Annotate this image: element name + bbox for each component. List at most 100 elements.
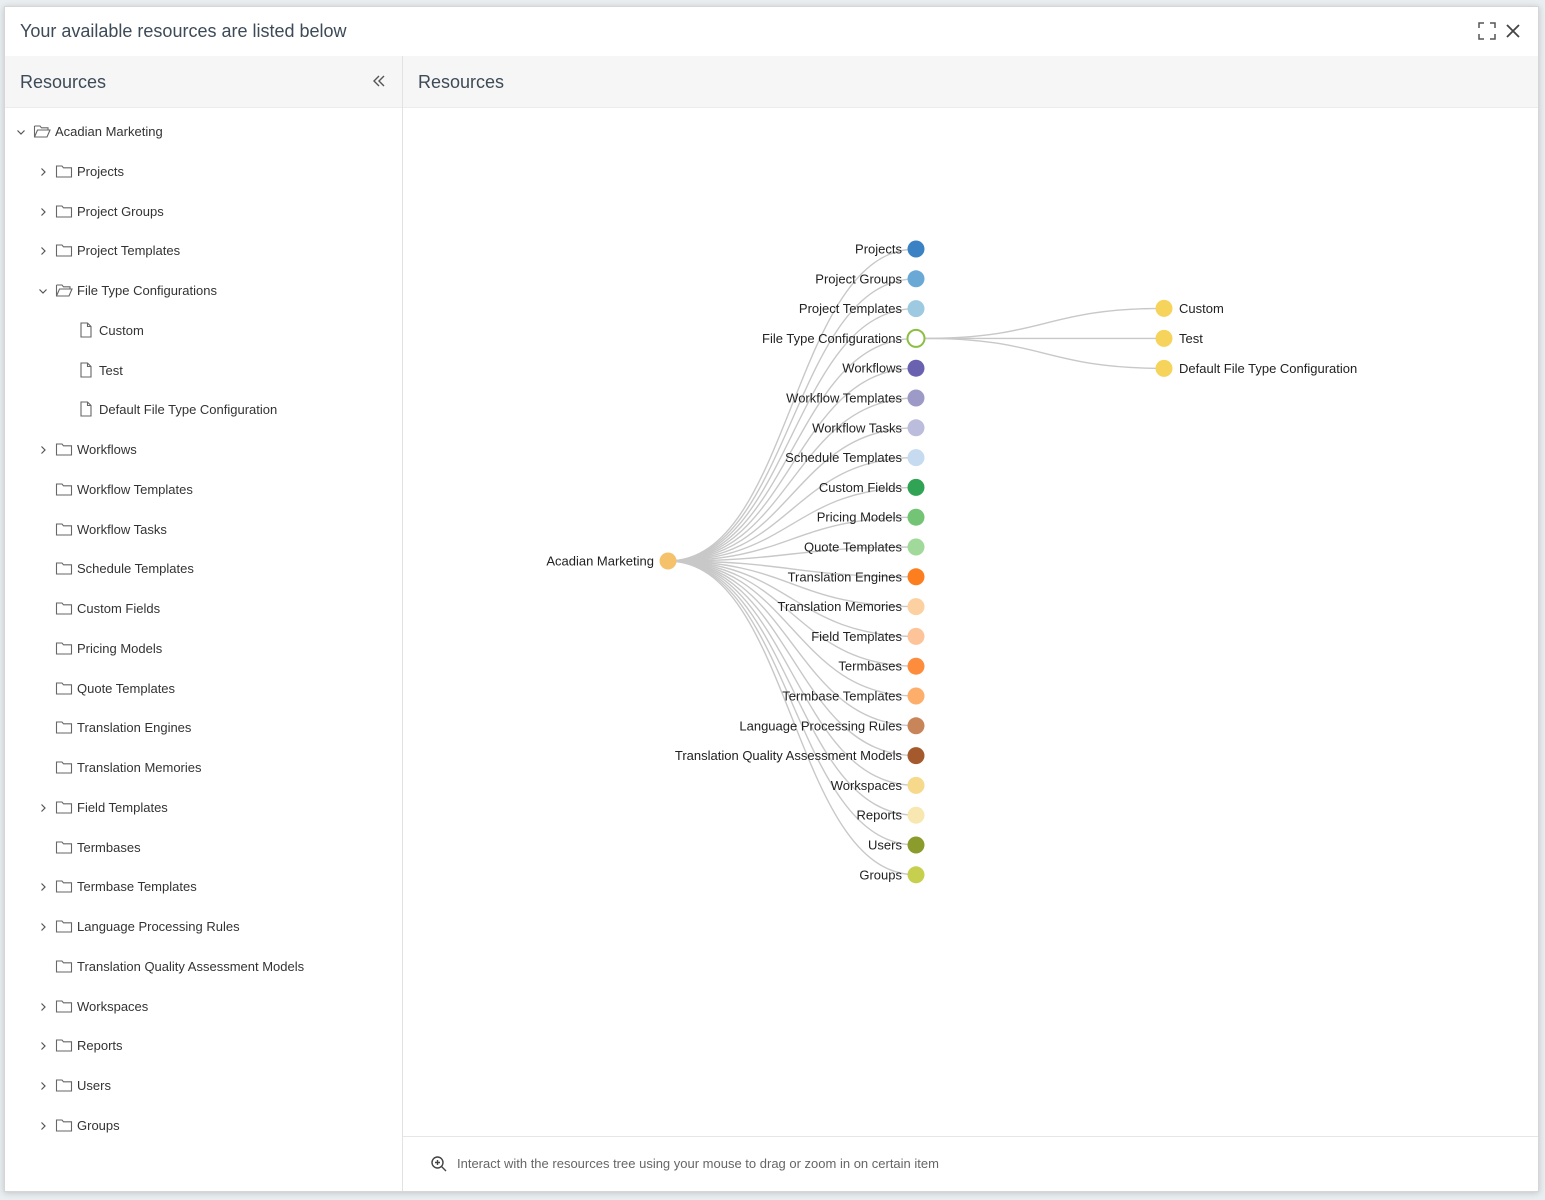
tree-item-schedule-templates[interactable]: Schedule Templates (5, 554, 402, 584)
graph-node-test[interactable] (1155, 329, 1173, 347)
tree-item-project-groups[interactable]: Project Groups (5, 197, 402, 227)
tree-item-termbase-templates[interactable]: Termbase Templates (5, 872, 402, 902)
graph-node-label: Field Templates (811, 629, 902, 644)
tree-item-reports[interactable]: Reports (5, 1031, 402, 1061)
graph-node-default-file-type-configuration[interactable] (1155, 359, 1173, 377)
tree-item-custom-fields[interactable]: Custom Fields (5, 594, 402, 624)
graph-node-label: Project Templates (799, 301, 903, 316)
graph-node-label: Translation Memories (777, 599, 902, 614)
graph-node-projects[interactable] (907, 240, 925, 258)
close-icon[interactable] (1502, 20, 1524, 42)
tree-item-language-processing-rules[interactable]: Language Processing Rules (5, 912, 402, 942)
folder-icon (55, 878, 73, 894)
tree-item-project-templates[interactable]: Project Templates (5, 236, 402, 266)
chevron-right-icon[interactable] (37, 801, 49, 813)
resources-graph-canvas[interactable]: Projects Project Groups Project Templates F… (403, 107, 1538, 1138)
graph-node-file-type-configurations[interactable] (906, 328, 926, 348)
tree-item-default-file-type-configuration[interactable]: Default File Type Configuration (5, 395, 402, 425)
folder-icon (55, 680, 73, 696)
graph-node-label: Language Processing Rules (739, 718, 902, 733)
tree-item-custom[interactable]: Custom (5, 316, 402, 346)
resources-graph[interactable]: Projects Project Groups Project Templates F… (403, 107, 1538, 1138)
graph-node-termbase-templates[interactable] (907, 687, 925, 705)
graph-node-workflow-templates[interactable] (907, 389, 925, 407)
tree-item-label: Termbases (77, 839, 141, 855)
graph-node-users[interactable] (907, 836, 925, 854)
graph-nodes: Projects Project Groups Project Templates F… (546, 240, 1357, 884)
tree-item-label: Reports (77, 1038, 123, 1054)
chevron-right-icon[interactable] (37, 1039, 49, 1051)
tree-item-label: Translation Memories (77, 760, 202, 775)
graph-node-groups[interactable] (907, 866, 925, 884)
graph-node-termbases[interactable] (907, 657, 925, 675)
graph-node-label: Workspaces (831, 778, 903, 793)
chevron-right-icon[interactable] (37, 205, 49, 217)
tree-item-workspaces[interactable]: Workspaces (5, 992, 402, 1022)
graph-node-translation-engines[interactable] (907, 568, 925, 586)
tree-item-workflow-templates[interactable]: Workflow Templates (5, 475, 402, 505)
graph-node-pricing-models[interactable] (907, 508, 925, 526)
tree-item-label: File Type Configurations (77, 283, 217, 298)
chevron-down-icon[interactable] (37, 284, 49, 296)
graph-node-project-groups[interactable] (907, 270, 925, 288)
graph-node-field-templates[interactable] (907, 627, 925, 645)
tree-item-label: Custom (99, 322, 144, 338)
chevron-right-icon[interactable] (37, 1000, 49, 1012)
graph-node-language-processing-rules[interactable] (907, 717, 925, 735)
graph-node-translation-quality-assessment-models[interactable] (907, 747, 925, 765)
tree-item-pricing-models[interactable]: Pricing Models (5, 634, 402, 664)
graph-node-workspaces[interactable] (907, 776, 925, 794)
tree-item-translation-memories[interactable]: Translation Memories (5, 753, 402, 783)
left-panel-header: Resources (5, 56, 402, 108)
tree-item-users[interactable]: Users (5, 1071, 402, 1101)
tree-item-groups[interactable]: Groups (5, 1111, 402, 1141)
graph-node-root[interactable] (659, 552, 677, 570)
tree-item-label: Termbase Templates (77, 879, 197, 895)
tree-item-translation-engines[interactable]: Translation Engines (5, 713, 402, 743)
tree-item-acadian-marketing[interactable]: Acadian Marketing (5, 117, 402, 147)
graph-node-label: Reports (856, 808, 902, 823)
folder-open-icon (55, 282, 73, 298)
file-icon (77, 361, 95, 378)
chevron-right-icon[interactable] (37, 244, 49, 256)
tree-item-label: Project Groups (77, 203, 164, 219)
tree-item-quote-templates[interactable]: Quote Templates (5, 674, 402, 704)
graph-node-quote-templates[interactable] (907, 538, 925, 556)
chevron-right-icon[interactable] (37, 920, 49, 932)
resources-dialog: Your available resources are listed belo… (4, 6, 1539, 1192)
tree-item-translation-quality-assessment-models[interactable]: Translation Quality Assessment Models (5, 952, 402, 982)
chevron-right-icon[interactable] (37, 165, 49, 177)
folder-icon (55, 600, 73, 616)
folder-icon (55, 560, 73, 576)
graph-node-workflows[interactable] (907, 359, 925, 377)
tree-item-file-type-configurations[interactable]: File Type Configurations (5, 276, 402, 306)
graph-node-reports[interactable] (907, 806, 925, 824)
graph-node-label: Default File Type Configuration (1179, 361, 1357, 376)
graph-node-schedule-templates[interactable] (907, 449, 925, 467)
tree-item-label: Groups (77, 1117, 120, 1133)
graph-node-workflow-tasks[interactable] (907, 419, 925, 437)
tree-item-field-templates[interactable]: Field Templates (5, 793, 402, 823)
tree-item-workflows[interactable]: Workflows (5, 435, 402, 465)
fullscreen-icon[interactable] (1476, 20, 1498, 42)
graph-root-label: Acadian Marketing (546, 554, 654, 569)
resources-tree: Acadian Marketing Projects Project Groups P… (5, 108, 402, 1191)
graph-node-translation-memories[interactable] (907, 598, 925, 616)
chevron-right-icon[interactable] (37, 880, 49, 892)
tree-item-workflow-tasks[interactable]: Workflow Tasks (5, 515, 402, 545)
graph-node-custom[interactable] (1155, 299, 1173, 317)
tree-item-label: Users (77, 1078, 111, 1093)
folder-icon (55, 799, 73, 815)
chevron-right-icon[interactable] (37, 443, 49, 455)
tree-item-test[interactable]: Test (5, 356, 402, 386)
tree-item-projects[interactable]: Projects (5, 157, 402, 187)
folder-icon (55, 1037, 73, 1053)
graph-node-label: Termbase Templates (782, 689, 902, 704)
tree-item-termbases[interactable]: Termbases (5, 833, 402, 863)
graph-node-project-templates[interactable] (907, 300, 925, 318)
chevron-right-icon[interactable] (37, 1079, 49, 1091)
collapse-panel-icon[interactable] (370, 72, 388, 90)
chevron-right-icon[interactable] (37, 1119, 49, 1131)
graph-node-custom-fields[interactable] (907, 478, 925, 496)
chevron-down-icon[interactable] (15, 125, 27, 137)
